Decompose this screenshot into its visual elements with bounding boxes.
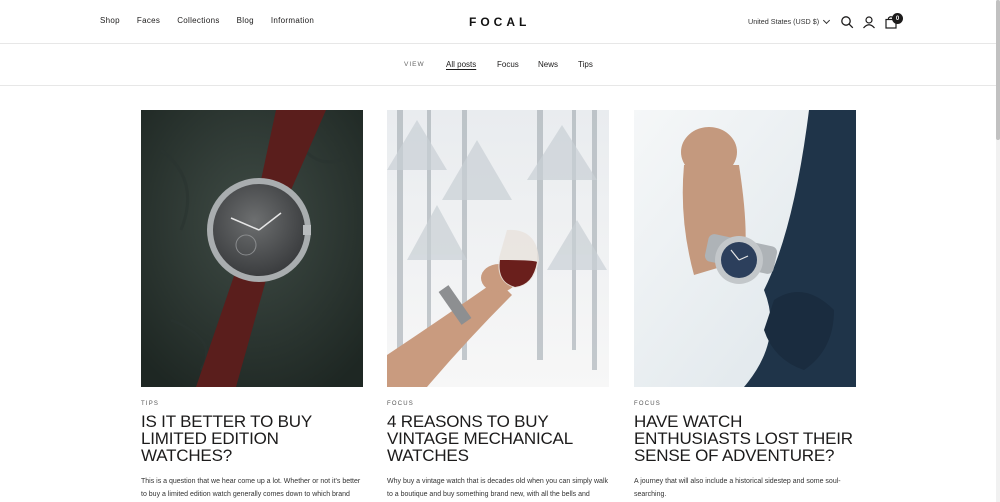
post-category: FOCUS: [634, 401, 661, 407]
post-excerpt: This is a question that we hear come up …: [141, 478, 361, 498]
chevron-down-icon: [823, 16, 831, 24]
search-icon[interactable]: [840, 15, 854, 29]
nav-shop[interactable]: Shop: [100, 16, 120, 25]
nav-blog[interactable]: Blog: [237, 16, 254, 25]
site-header: Shop Faces Collections Blog Information …: [0, 0, 996, 44]
tab-news[interactable]: News: [538, 60, 558, 69]
currency-label: United States (USD $): [748, 17, 820, 26]
nav-collections[interactable]: Collections: [177, 16, 219, 25]
post-excerpt: A journey that will also include a histo…: [634, 478, 841, 498]
page-scrollbar[interactable]: [996, 0, 1000, 502]
blog-post-card[interactable]: FOCUS 4 reasons to buy vintage mechanica…: [387, 110, 609, 502]
post-image-wrist-watch[interactable]: [634, 110, 856, 387]
post-title[interactable]: 4 reasons to buy vintage mechanical watc…: [387, 413, 609, 464]
tab-all-posts[interactable]: All posts: [446, 60, 476, 69]
filter-label: VIEW: [404, 61, 425, 68]
blog-post-card[interactable]: FOCUS Have watch enthusiasts lost their …: [634, 110, 856, 501]
scrollbar-thumb[interactable]: [996, 0, 1000, 140]
currency-selector[interactable]: United States (USD $): [748, 16, 831, 26]
blog-post-card[interactable]: TIPS Is it better to buy limited edition…: [141, 110, 363, 502]
tab-tips[interactable]: Tips: [578, 60, 593, 69]
blog-filter-bar: VIEW All posts Focus News Tips: [0, 44, 996, 86]
user-icon[interactable]: [862, 15, 876, 29]
post-title[interactable]: Is it better to buy limited edition watc…: [141, 413, 363, 464]
post-image-snowy-forest-wine[interactable]: [387, 110, 609, 387]
tab-focus[interactable]: Focus: [497, 60, 519, 69]
nav-faces[interactable]: Faces: [137, 16, 160, 25]
post-category: TIPS: [141, 401, 160, 407]
nav-information[interactable]: Information: [271, 16, 314, 25]
cart-count-badge: 0: [892, 13, 903, 24]
post-excerpt: Why buy a vintage watch that is decades …: [387, 478, 609, 498]
post-category: FOCUS: [387, 401, 414, 407]
post-title[interactable]: Have watch enthusiasts lost their sense …: [634, 413, 856, 464]
brand-logo[interactable]: FOCAL: [469, 15, 530, 29]
post-image-watch-on-stone[interactable]: [141, 110, 363, 387]
main-nav: Shop Faces Collections Blog Information: [100, 16, 331, 25]
